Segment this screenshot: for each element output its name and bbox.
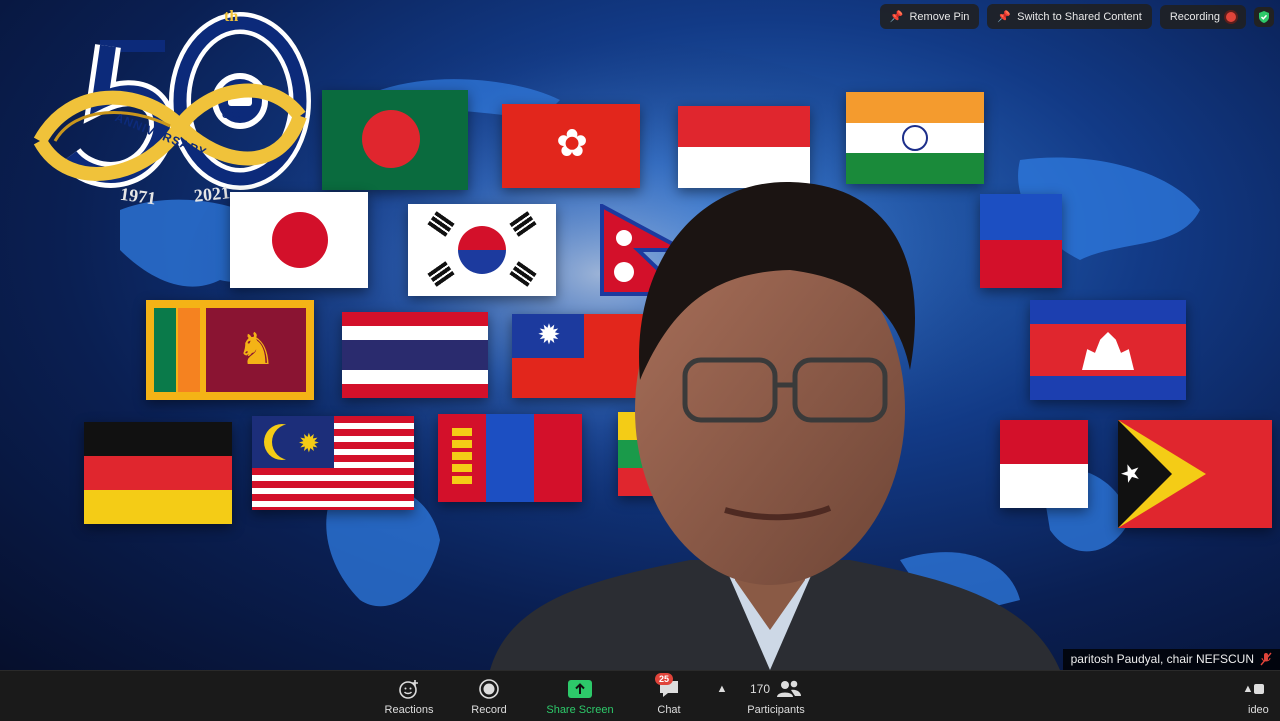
meeting-toolbar: Reactions Record Share Screen 25 Chat ▲ … — [0, 670, 1280, 721]
flag-sri-lanka: ♞ — [146, 300, 314, 400]
switch-shared-content-button[interactable]: 📌 Switch to Shared Content — [987, 4, 1152, 29]
flag-thailand — [342, 312, 488, 398]
switch-shared-label: Switch to Shared Content — [1017, 10, 1142, 23]
reactions-label: Reactions — [384, 703, 434, 716]
flag-japan — [230, 192, 368, 288]
participant-name-label: paritosh Paudyal, chair NEFSCUN — [1062, 649, 1280, 670]
security-shield-icon[interactable] — [1254, 6, 1274, 27]
speaker-name: paritosh Paudyal, chair NEFSCUN — [1070, 652, 1254, 666]
video-label: ideo — [1248, 703, 1269, 716]
logo-suffix: th — [224, 8, 239, 25]
video-button[interactable]: ideo — [1248, 671, 1280, 721]
recording-label: Recording — [1169, 10, 1220, 23]
record-button[interactable]: Record — [462, 671, 516, 721]
logo-year-end: 2021 — [193, 182, 231, 206]
share-screen-button[interactable]: Share Screen — [538, 671, 622, 721]
chevron-up-icon: ▲ — [716, 682, 728, 695]
share-screen-icon — [568, 679, 592, 698]
flag-germany — [84, 422, 232, 524]
participants-label: Participants — [747, 703, 805, 716]
record-label: Record — [471, 703, 507, 716]
pin-icon: 📌 — [997, 11, 1012, 23]
chat-options-caret[interactable]: ▲ — [714, 671, 730, 721]
presenter-video — [490, 181, 1060, 670]
pin-icon: 📌 — [889, 11, 904, 23]
recording-indicator[interactable]: Recording — [1159, 4, 1246, 29]
chat-label: Chat — [657, 703, 681, 716]
participants-button[interactable]: 170 Participants — [738, 671, 814, 721]
remove-pin-label: Remove Pin — [909, 10, 970, 23]
flag-bangladesh — [322, 90, 468, 190]
camera-icon — [1254, 683, 1264, 694]
participant-count: 170 — [749, 681, 771, 696]
record-icon — [479, 678, 499, 699]
remove-pin-button[interactable]: 📌 Remove Pin — [879, 4, 980, 29]
smiley-plus-icon — [399, 679, 418, 699]
share-screen-label: Share Screen — [546, 703, 614, 716]
meeting-top-controls: 📌 Remove Pin 📌 Switch to Shared Content … — [879, 4, 1274, 29]
logo-emblem-text: CICC — [222, 110, 244, 120]
reactions-button[interactable]: Reactions — [378, 671, 440, 721]
flag-malaysia: ✹ — [252, 416, 414, 510]
chat-unread-badge: 25 — [655, 672, 674, 685]
record-dot-icon — [1226, 11, 1236, 22]
flag-timor-leste: ★ — [1118, 420, 1272, 528]
chat-button[interactable]: 25 Chat — [644, 671, 694, 721]
video-feed: th ANNIVERSARY CICC 1971 2021 ✿ ♞ ✹ ✹ ★ … — [0, 0, 1280, 670]
anniversary-logo — [33, 12, 311, 190]
participants-icon — [777, 680, 802, 697]
muted-mic-icon — [1260, 652, 1272, 666]
